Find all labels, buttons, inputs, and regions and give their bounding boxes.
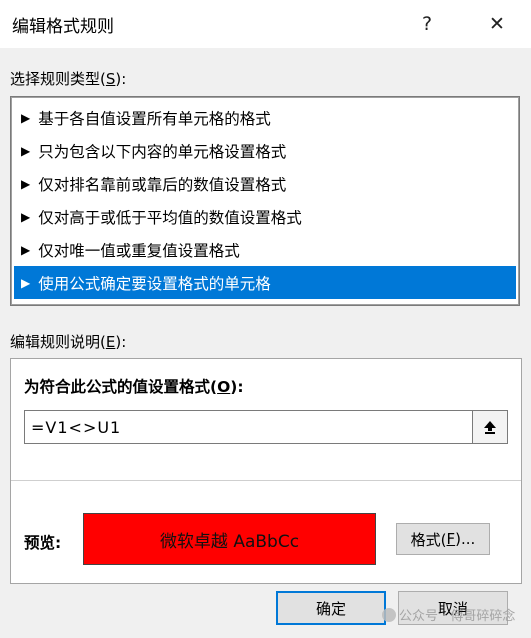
rule-type-item[interactable]: ▶ 只为包含以下内容的单元格设置格式	[14, 134, 516, 167]
rule-type-label-prefix: 选择规则类型(	[10, 70, 106, 88]
format-button[interactable]: 格式(F)...	[396, 523, 490, 555]
watermark: 公众号 · 傅哥碎碎念	[382, 605, 515, 624]
rule-type-label-suffix: ):	[115, 70, 127, 88]
close-icon: ✕	[489, 13, 505, 35]
triangle-right-icon: ▶	[21, 275, 31, 290]
format-button-key: F	[446, 530, 456, 548]
rule-type-item-label: 仅对高于或低于平均值的数值设置格式	[38, 208, 302, 227]
format-button-suffix: )...	[455, 530, 476, 548]
rule-type-label-key: S	[105, 70, 116, 88]
collapse-dialog-button[interactable]	[472, 410, 508, 444]
triangle-right-icon: ▶	[21, 209, 31, 224]
rule-type-item-label: 只为包含以下内容的单元格设置格式	[38, 142, 287, 161]
rule-type-item-label: 仅对排名靠前或靠后的数值设置格式	[38, 175, 287, 194]
formula-label-suffix: ):	[230, 378, 244, 396]
wechat-logo-icon	[382, 608, 396, 622]
formula-label-key: O	[217, 378, 231, 396]
rule-type-item-label: 基于各自值设置所有单元格的格式	[38, 109, 271, 128]
rule-description-panel: 为符合此公式的值设置格式(O): =V1<>U1 预览: 微软卓越 AaBbCc…	[10, 358, 522, 584]
help-icon: ?	[421, 13, 433, 35]
format-button-prefix: 格式(	[410, 530, 447, 549]
rule-type-item-label: 使用公式确定要设置格式的单元格	[38, 274, 271, 293]
collapse-up-arrow-icon	[484, 421, 496, 434]
rule-description-label-prefix: 编辑规则说明(	[10, 333, 106, 351]
triangle-right-icon: ▶	[21, 242, 31, 257]
rule-description-label-suffix: ):	[115, 333, 127, 351]
rule-type-label: 选择规则类型(S):	[10, 68, 126, 89]
triangle-right-icon: ▶	[21, 110, 31, 125]
rule-type-item-label: 仅对唯一值或重复值设置格式	[38, 241, 240, 260]
preview-label: 预览:	[24, 534, 62, 552]
help-button[interactable]: ?	[404, 0, 450, 48]
format-preview: 微软卓越 AaBbCc	[83, 513, 376, 565]
title-bar: 编辑格式规则 ? ✕	[0, 0, 531, 48]
rule-type-item[interactable]: ▶ 基于各自值设置所有单元格的格式	[14, 101, 516, 134]
rule-type-item-selected[interactable]: ▶ 使用公式确定要设置格式的单元格	[14, 266, 516, 299]
rule-description-label: 编辑规则说明(E):	[10, 331, 126, 352]
formula-input[interactable]: =V1<>U1	[24, 410, 484, 444]
edit-format-rule-dialog: 编辑格式规则 ? ✕ 选择规则类型(S): ▶ 基于各自值设置所有单元格的格式 …	[0, 0, 531, 638]
format-preview-text: 微软卓越 AaBbCc	[159, 531, 300, 552]
rule-type-list[interactable]: ▶ 基于各自值设置所有单元格的格式 ▶ 只为包含以下内容的单元格设置格式 ▶ 仅…	[10, 96, 520, 306]
triangle-right-icon: ▶	[21, 176, 31, 191]
formula-label: 为符合此公式的值设置格式(O):	[24, 375, 244, 397]
rule-description-label-key: E	[105, 333, 116, 351]
rule-type-item[interactable]: ▶ 仅对排名靠前或靠后的数值设置格式	[14, 167, 516, 200]
formula-input-value: =V1<>U1	[31, 417, 122, 437]
rule-type-item[interactable]: ▶ 仅对高于或低于平均值的数值设置格式	[14, 200, 516, 233]
formula-label-prefix: 为符合此公式的值设置格式(	[24, 378, 218, 396]
panel-divider	[11, 480, 521, 481]
triangle-right-icon: ▶	[21, 143, 31, 158]
ok-button[interactable]: 确定	[276, 591, 386, 625]
dialog-title: 编辑格式规则	[12, 17, 114, 37]
close-button[interactable]: ✕	[474, 0, 520, 48]
rule-type-item[interactable]: ▶ 仅对唯一值或重复值设置格式	[14, 233, 516, 266]
watermark-text: 公众号 · 傅哥碎碎念	[399, 609, 516, 624]
